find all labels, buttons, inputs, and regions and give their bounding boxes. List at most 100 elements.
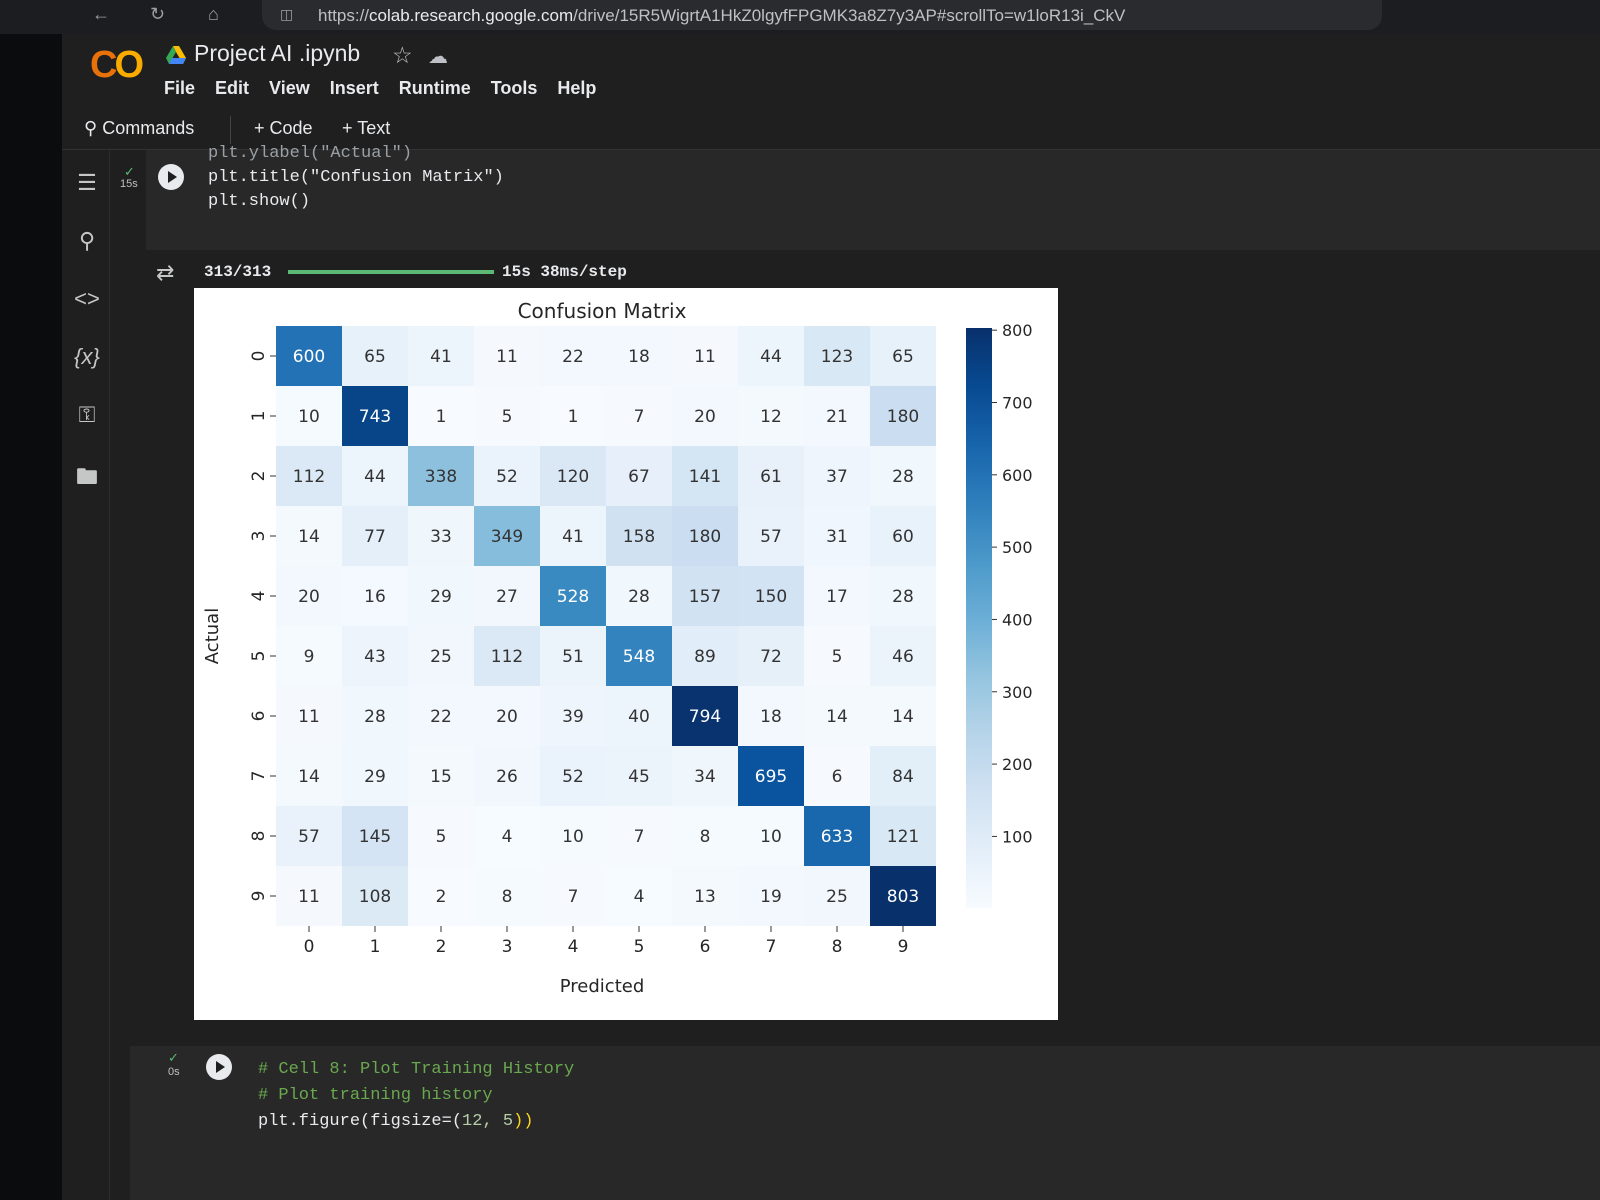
cell-value-label: 123 [821, 347, 853, 367]
toolbar-divider [230, 116, 231, 144]
cell-value-label: 8 [700, 827, 711, 847]
cell-value-label: 20 [298, 587, 320, 607]
cell-value-label: 5 [436, 827, 447, 847]
menu-view[interactable]: View [269, 78, 310, 99]
cell-value-label: 21 [826, 407, 848, 427]
cell-value-label: 14 [298, 527, 320, 547]
cell-value-label: 12 [760, 407, 782, 427]
cell-value-label: 18 [628, 347, 650, 367]
cell-value-label: 10 [562, 827, 584, 847]
cell-value-label: 28 [892, 587, 914, 607]
cell-value-label: 8 [502, 887, 513, 907]
cell-value-label: 633 [821, 827, 853, 847]
star-icon[interactable]: ☆ [392, 42, 413, 69]
cell-value-label: 108 [359, 887, 391, 907]
cell-value-label: 11 [496, 347, 518, 367]
cloud-sync-icon[interactable]: ☁ [428, 44, 448, 69]
cell-value-label: 41 [562, 527, 584, 547]
menu-insert[interactable]: Insert [330, 78, 379, 99]
code-cell-1[interactable]: ✓ 15s plt.ylabel("Actual") plt.title("Co… [120, 144, 1600, 250]
cell-value-label: 37 [826, 467, 848, 487]
y-tick-label: 9 [249, 891, 269, 902]
cell-value-label: 57 [760, 527, 782, 547]
cell-value-label: 528 [557, 587, 589, 607]
menu-edit[interactable]: Edit [215, 78, 249, 99]
cell-value-label: 2 [436, 887, 447, 907]
colab-logo[interactable]: CO [90, 44, 144, 87]
cell-value-label: 22 [430, 707, 452, 727]
cell-value-label: 17 [826, 587, 848, 607]
cell-value-label: 45 [628, 767, 650, 787]
y-tick-label: 0 [249, 351, 269, 362]
output-actions-icon[interactable]: ⇄ [156, 260, 174, 286]
progress-fill [288, 270, 494, 274]
cell-value-label: 16 [364, 587, 386, 607]
find-replace-icon[interactable]: ⚲ [72, 228, 102, 258]
table-of-contents-icon[interactable]: ☰ [72, 170, 102, 200]
cell-value-label: 28 [892, 467, 914, 487]
y-tick-label: 2 [249, 471, 269, 482]
variables-icon[interactable]: {x} [72, 344, 102, 374]
notebook-title[interactable]: Project AI .ipynb [194, 40, 360, 67]
y-axis-label: Actual [202, 608, 223, 664]
secrets-key-icon[interactable]: ⚿ [72, 402, 102, 432]
browser-address-bar: ← ↻ ⌂ ◫ https://colab.research.google.co… [0, 0, 1600, 34]
cell-value-label: 6 [832, 767, 843, 787]
cell-value-label: 39 [562, 707, 584, 727]
cell-value-label: 67 [628, 467, 650, 487]
chart-title: Confusion Matrix [518, 299, 687, 323]
colab-app: CO Project AI .ipynb ☆ ☁ File Edit View Ins… [62, 34, 1600, 1200]
y-tick-label: 8 [249, 831, 269, 842]
cell-value-label: 11 [298, 707, 320, 727]
menu-tools[interactable]: Tools [491, 78, 538, 99]
cell-value-label: 52 [496, 467, 518, 487]
site-info-icon[interactable]: ◫ [280, 6, 293, 23]
exec-status-check: ✓ [168, 1050, 179, 1065]
cell-value-label: 695 [755, 767, 787, 787]
cell-value-label: 803 [887, 887, 919, 907]
x-tick-label: 6 [700, 937, 711, 957]
run-cell-button[interactable] [206, 1054, 232, 1080]
run-cell-button[interactable] [158, 164, 184, 190]
cell-value-label: 10 [760, 827, 782, 847]
cell-value-label: 33 [430, 527, 452, 547]
cell-value-label: 57 [298, 827, 320, 847]
commands-button[interactable]: ⚲ Commands [84, 118, 194, 139]
cell-value-label: 44 [760, 347, 782, 367]
reload-icon[interactable]: ↻ [150, 4, 165, 25]
confusion-matrix-chart: Confusion Matrix Predicted Actual 600 65 4… [202, 299, 1033, 997]
url-text[interactable]: https://colab.research.google.com/drive/… [318, 6, 1125, 26]
cell-value-label: 121 [887, 827, 919, 847]
cell-value-label: 794 [689, 707, 721, 727]
menu-file[interactable]: File [164, 78, 195, 99]
colorbar-tick-label: 100 [1002, 827, 1033, 846]
add-text-button[interactable]: + Text [342, 118, 390, 139]
confusion-matrix-figure: Confusion Matrix Predicted Actual 600 65 4… [194, 288, 1058, 1020]
menu-help[interactable]: Help [557, 78, 596, 99]
menu-runtime[interactable]: Runtime [399, 78, 471, 99]
x-tick-label: 0 [304, 937, 315, 957]
code-cell-2[interactable]: ✓ 0s # Cell 8: Plot Training History # P… [130, 1046, 1600, 1200]
cell-value-label: 120 [557, 467, 589, 487]
code-line: plt.show() [208, 192, 311, 211]
search-icon: ⚲ [84, 118, 98, 138]
cell-value-label: 20 [496, 707, 518, 727]
back-icon[interactable]: ← [92, 4, 110, 25]
add-code-button[interactable]: + Code [254, 118, 313, 139]
cell-value-label: 22 [562, 347, 584, 367]
colorbar-tick-label: 300 [1002, 683, 1033, 702]
x-tick-label: 5 [634, 937, 645, 957]
cell-value-label: 14 [298, 767, 320, 787]
google-drive-icon [166, 46, 186, 64]
cell-value-label: 40 [628, 707, 650, 727]
colorbar [966, 328, 992, 908]
files-folder-icon[interactable]: 🖿 [72, 460, 102, 490]
y-tick-label: 1 [249, 411, 269, 422]
code-snippets-icon[interactable]: <> [72, 286, 102, 316]
cell-value-label: 338 [425, 467, 457, 487]
cell-value-label: 7 [634, 827, 645, 847]
home-icon[interactable]: ⌂ [208, 4, 219, 25]
x-tick-label: 4 [568, 937, 579, 957]
y-tick-label: 3 [249, 531, 269, 542]
code-line: plt.figure(figsize=(12, 5)) [258, 1112, 534, 1131]
